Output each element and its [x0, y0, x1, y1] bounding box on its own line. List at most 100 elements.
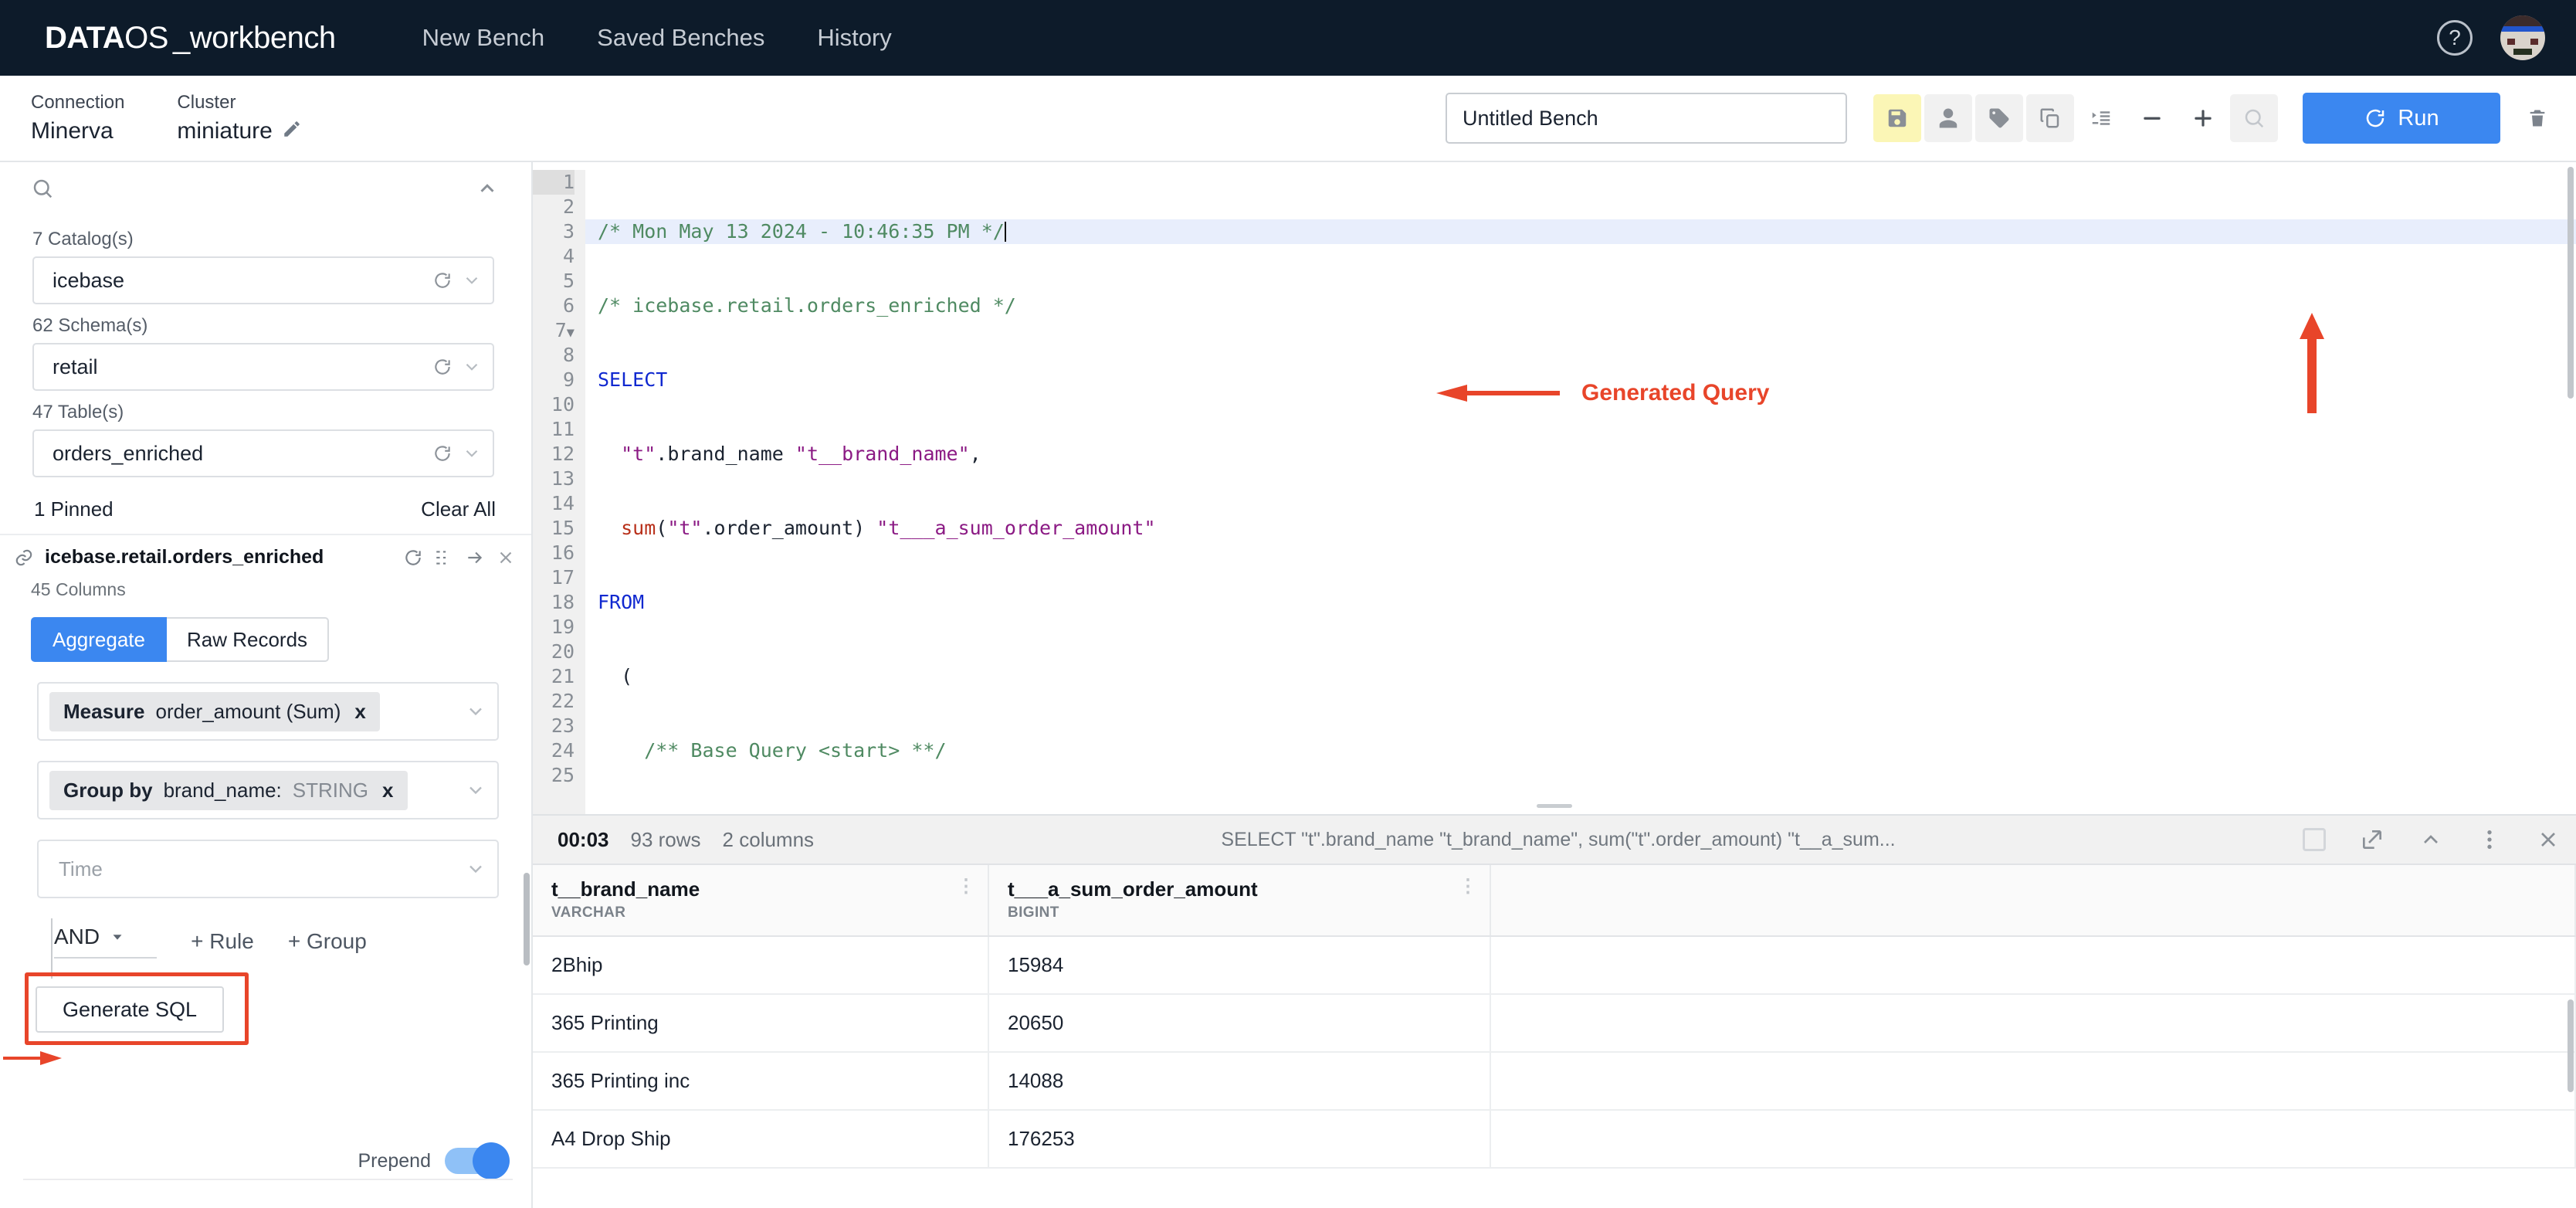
results-expand-icon[interactable] — [2360, 827, 2384, 852]
catalog-chevron-down-icon[interactable] — [462, 270, 482, 290]
edit-pencil-icon[interactable] — [282, 119, 302, 144]
pinned-columns-count: 45 Columns — [31, 579, 126, 599]
cell-filler — [1490, 994, 2576, 1053]
measure-field[interactable]: Measure order_amount (Sum) x — [37, 682, 499, 741]
bench-name-input[interactable] — [1446, 93, 1847, 144]
schema-count-label: 62 Schema(s) — [32, 315, 148, 336]
results-more-menu-icon[interactable] — [2477, 827, 2502, 852]
add-group-button[interactable]: + Group — [288, 929, 367, 954]
tab-aggregate[interactable]: Aggregate — [31, 617, 167, 662]
column-menu-icon[interactable]: ⋮ — [1459, 877, 1477, 896]
clear-all-button[interactable]: Clear All — [421, 497, 496, 521]
table-select-value: orders_enriched — [53, 441, 204, 465]
line-number: 9 — [562, 368, 575, 391]
results-select-all-checkbox[interactable] — [2303, 828, 2326, 851]
results-table-body: 2Bhip 15984 365 Printing 20650 365 Print… — [533, 936, 2576, 1169]
save-button[interactable] — [1873, 94, 1921, 142]
tag-button[interactable] — [1975, 94, 2023, 142]
pinned-refresh-icon[interactable] — [403, 548, 423, 568]
avatar[interactable] — [2500, 15, 2545, 60]
editor-scrollbar[interactable] — [2568, 167, 2574, 399]
time-field[interactable]: Time — [37, 840, 499, 898]
catalog-select[interactable]: icebase — [32, 256, 494, 304]
code-line: SELECT — [598, 368, 668, 391]
groupby-chip: Group by brand_name: STRING x — [49, 770, 408, 810]
code-text[interactable]: /* Mon May 13 2024 - 10:46:35 PM */ /* i… — [585, 170, 2576, 814]
line-number: 24 — [551, 739, 575, 762]
table-section: 47 Table(s) orders_enriched — [0, 391, 531, 477]
delete-button[interactable] — [2527, 107, 2548, 130]
prepend-toggle[interactable] — [445, 1142, 510, 1179]
panel-resize-handle[interactable] — [1537, 804, 1572, 808]
groupby-chip-remove[interactable]: x — [382, 779, 393, 803]
cell-brand: A4 Drop Ship — [533, 1110, 989, 1169]
results-scrollbar[interactable] — [2568, 999, 2574, 1092]
nav-item-new-bench[interactable]: New Bench — [396, 16, 571, 59]
prepend-toggle-knob — [473, 1142, 510, 1179]
prepend-toggle-row: Prepend — [358, 1142, 510, 1179]
results-grid-wrap: t__brand_name VARCHAR ⋮ t___a_sum_order_… — [533, 865, 2576, 1208]
table-select[interactable]: orders_enriched — [32, 429, 494, 477]
sidebar-collapse-chevron-up-icon[interactable] — [476, 177, 499, 204]
pinned-open-arrow-icon[interactable] — [465, 548, 485, 568]
search-icon-button[interactable] — [2230, 94, 2278, 142]
table-row[interactable]: A4 Drop Ship 176253 — [533, 1110, 2576, 1169]
groupby-field[interactable]: Group by brand_name: STRING x — [37, 761, 499, 819]
zoom-in-button[interactable] — [2179, 94, 2227, 142]
schema-select[interactable]: retail — [32, 343, 494, 391]
app-logo[interactable]: DATA OS _workbench — [45, 21, 336, 56]
cluster-value-row: miniature — [177, 118, 301, 144]
schema-refresh-icon[interactable] — [432, 357, 452, 377]
share-user-button[interactable] — [1924, 94, 1972, 142]
help-icon[interactable]: ? — [2437, 20, 2473, 56]
time-chevron-down-icon[interactable] — [465, 858, 486, 880]
connection-value[interactable]: Minerva — [31, 118, 124, 144]
zoom-out-button[interactable] — [2128, 94, 2176, 142]
line-number: 25 — [551, 764, 575, 786]
column-header-amount[interactable]: t___a_sum_order_amount BIGINT ⋮ — [988, 865, 1491, 937]
table-row[interactable]: 365 Printing inc 14088 — [533, 1052, 2576, 1111]
cluster-value[interactable]: miniature — [177, 118, 272, 144]
link-icon[interactable] — [14, 548, 34, 568]
table-row[interactable]: 2Bhip 15984 — [533, 936, 2576, 995]
pinned-columns-list-icon[interactable] — [434, 548, 454, 568]
tab-raw-records[interactable]: Raw Records — [166, 617, 330, 662]
generate-sql-button[interactable]: Generate SQL — [36, 986, 224, 1033]
sql-editor[interactable]: 1 2 3 4 5 6 7▼ 8 9 10 11 12 13 14 15 16 … — [533, 162, 2576, 816]
column-header-filler — [1490, 865, 2576, 937]
schema-section: 62 Schema(s) retail — [0, 304, 531, 391]
table-refresh-icon[interactable] — [432, 443, 452, 463]
measure-chip-remove[interactable]: x — [354, 700, 365, 724]
table-chevron-down-icon[interactable] — [462, 443, 482, 463]
table-row[interactable]: 365 Printing 20650 — [533, 994, 2576, 1053]
groupby-chip-label: Group by — [63, 778, 153, 802]
format-indent-button[interactable] — [2077, 94, 2125, 142]
schema-chevron-down-icon[interactable] — [462, 357, 482, 377]
line-number-with-fold[interactable]: 7▼ — [533, 318, 575, 343]
copy-button[interactable] — [2026, 94, 2074, 142]
sidebar-scrollbar[interactable] — [524, 873, 530, 965]
measure-chevron-down-icon[interactable] — [465, 701, 486, 722]
results-icon-group — [2303, 827, 2561, 852]
pinned-close-icon[interactable] — [496, 548, 516, 568]
sidebar-search-icon[interactable] — [31, 177, 54, 204]
column-header-brand[interactable]: t__brand_name VARCHAR ⋮ — [533, 865, 989, 937]
line-number: 17 — [551, 566, 575, 589]
nav-item-saved-benches[interactable]: Saved Benches — [571, 16, 791, 59]
nav-item-history[interactable]: History — [791, 16, 917, 59]
query-mode-tabs: Aggregate Raw Records — [31, 617, 516, 662]
add-rule-button[interactable]: + Rule — [191, 929, 254, 954]
groupby-chevron-down-icon[interactable] — [465, 779, 486, 801]
run-button[interactable]: Run — [2303, 93, 2500, 144]
results-close-icon[interactable] — [2536, 827, 2561, 852]
results-collapse-chevron-up-icon[interactable] — [2418, 827, 2443, 852]
catalog-refresh-icon[interactable] — [432, 270, 452, 290]
column-menu-icon[interactable]: ⋮ — [957, 877, 975, 896]
logic-operator-select[interactable]: AND — [54, 925, 158, 959]
annotation-arrow-groupby — [3, 1051, 62, 1065]
pinned-table-name: icebase.retail.orders_enriched — [45, 546, 324, 568]
code-line: sum("t".order_amount) "t___a_sum_order_a… — [621, 517, 1156, 539]
avatar-mouth — [2513, 48, 2532, 56]
pinned-count-label: 1 Pinned — [34, 497, 114, 521]
cell-amount: 20650 — [988, 994, 1491, 1053]
